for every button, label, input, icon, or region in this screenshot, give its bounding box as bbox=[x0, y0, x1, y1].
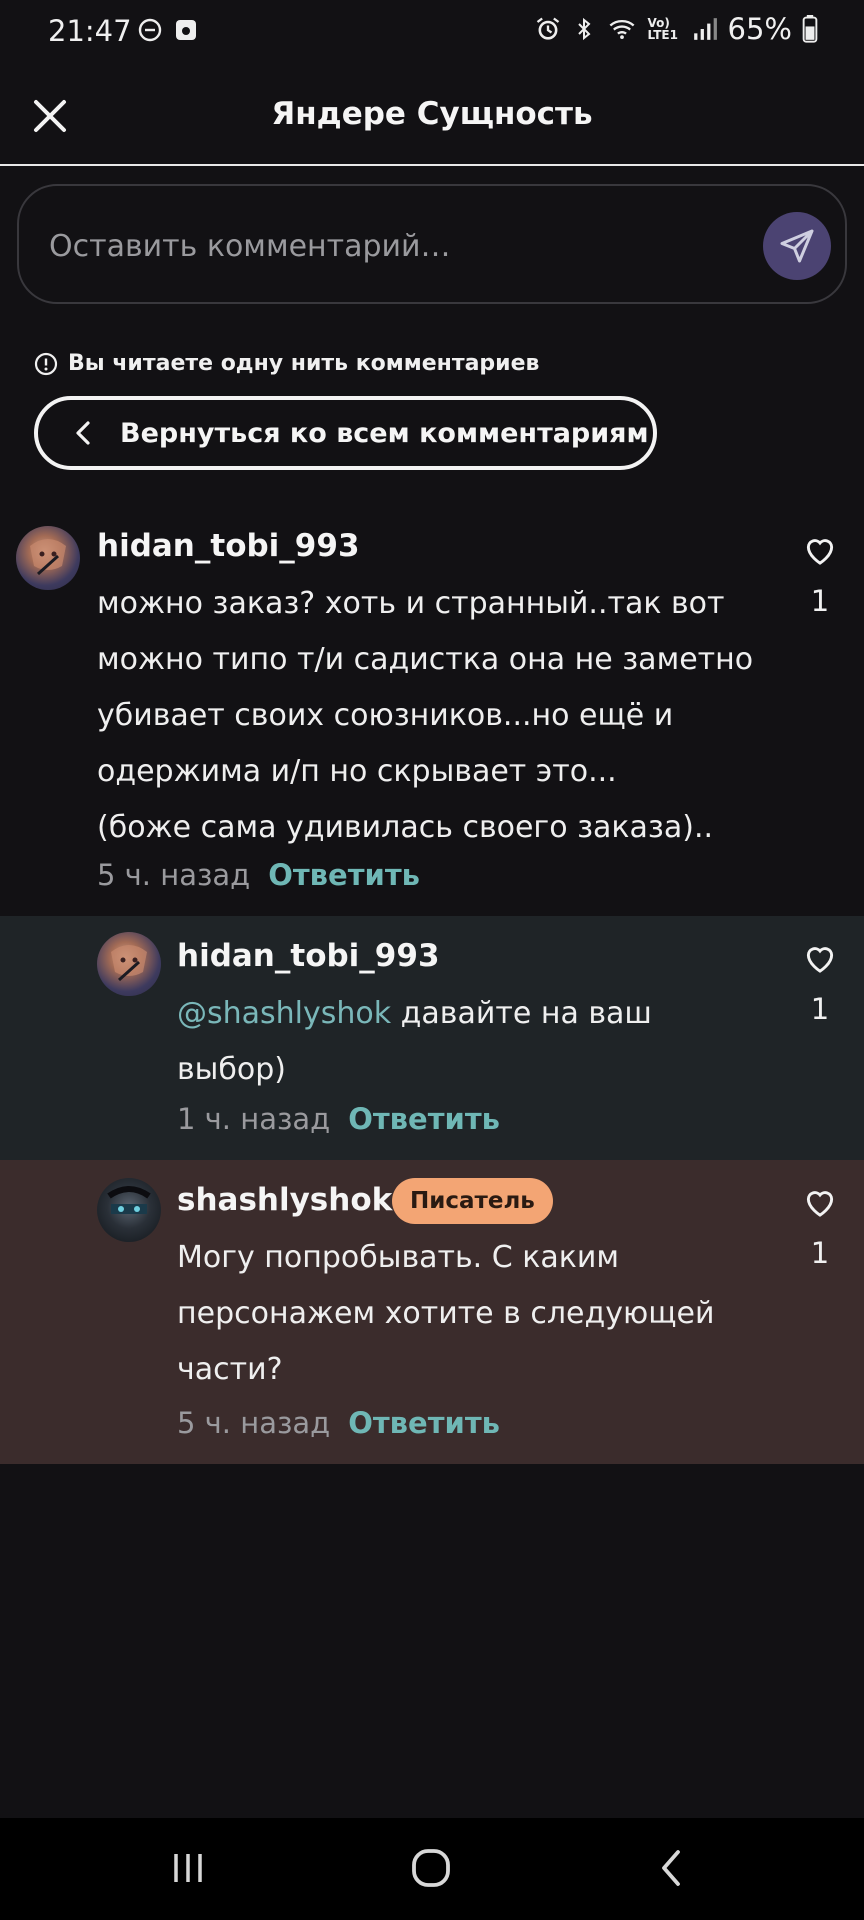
status-left-icons bbox=[138, 18, 198, 42]
status-bar: 21:47 Vo) LTE1 65% bbox=[0, 0, 864, 62]
like-control: 1 bbox=[800, 1186, 840, 1270]
comment-reply: hidan_tobi_993 @shashlyshok давайте на в… bbox=[0, 916, 864, 1160]
battery-percent: 65% bbox=[727, 12, 792, 46]
comment-username[interactable]: hidan_tobi_993 bbox=[97, 528, 360, 564]
comment-meta: 5 ч. назад Ответить bbox=[177, 1406, 500, 1440]
heart-icon[interactable] bbox=[802, 534, 838, 566]
avatar[interactable] bbox=[97, 1178, 161, 1242]
like-count: 1 bbox=[810, 584, 830, 618]
comment-text-line: части? bbox=[177, 1352, 283, 1387]
send-button[interactable] bbox=[763, 212, 831, 280]
comment-text-line: можно типо т/и садистка она не заметно bbox=[97, 642, 754, 677]
top-bar: Яндере Сущность bbox=[0, 62, 864, 166]
chevron-left-icon bbox=[76, 421, 90, 445]
alarm-icon bbox=[536, 17, 559, 40]
comment-timestamp: 5 ч. назад bbox=[177, 1406, 331, 1440]
mention-link[interactable]: @shashlyshok bbox=[177, 996, 391, 1031]
send-icon bbox=[780, 229, 814, 263]
like-control: 1 bbox=[800, 534, 840, 618]
back-button-label: Вернуться ко всем комментариям bbox=[120, 417, 649, 449]
home-icon bbox=[412, 1849, 450, 1887]
back-icon bbox=[662, 1850, 680, 1886]
thread-notice: Вы читаете одну нить комментариев bbox=[34, 351, 539, 376]
comment-input[interactable] bbox=[49, 216, 729, 276]
system-nav-bar bbox=[0, 1818, 864, 1920]
like-count: 1 bbox=[810, 992, 830, 1026]
comment-text-fragment: давайте на ваш bbox=[391, 996, 652, 1031]
app-notification-icon bbox=[176, 20, 196, 40]
author-badge: Писатель bbox=[392, 1178, 553, 1224]
comment-author-reply: shashlyshok Писатель Могу попробывать. С… bbox=[0, 1160, 864, 1464]
comment-meta: 5 ч. назад Ответить bbox=[97, 858, 420, 892]
heart-icon[interactable] bbox=[802, 942, 838, 974]
reply-button[interactable]: Ответить bbox=[348, 1406, 500, 1440]
status-time: 21:47 bbox=[48, 14, 132, 48]
battery-icon bbox=[802, 15, 818, 43]
like-count: 1 bbox=[810, 1236, 830, 1270]
comment-timestamp: 5 ч. назад bbox=[97, 858, 251, 892]
network-label: Vo) LTE1 bbox=[647, 16, 678, 42]
comment-text-line: персонажем хотите в следующей bbox=[177, 1296, 715, 1331]
comment-text-line: (боже сама удивилась своего заказа).. bbox=[97, 810, 714, 845]
signal-icon bbox=[693, 18, 717, 40]
like-control: 1 bbox=[800, 942, 840, 1026]
comment-composer bbox=[17, 184, 847, 304]
reply-button[interactable]: Ответить bbox=[268, 858, 420, 892]
comment-text: @shashlyshok давайте на ваш выбор) bbox=[177, 986, 777, 1098]
comment-text: можно заказ? хоть и странный..так вот мо… bbox=[97, 576, 777, 856]
comment-username[interactable]: hidan_tobi_993 bbox=[177, 938, 440, 974]
comment-text-line: можно заказ? хоть и странный..так вот bbox=[97, 586, 725, 621]
info-icon bbox=[34, 352, 58, 375]
avatar[interactable] bbox=[16, 526, 80, 590]
comment-text-line: выбор) bbox=[177, 1052, 286, 1087]
status-right-icons: Vo) LTE1 65% bbox=[534, 12, 818, 46]
comment-text-line: одержима и/п но скрывает это... bbox=[97, 754, 617, 789]
comment-meta: 1 ч. назад Ответить bbox=[177, 1102, 500, 1136]
comment-username[interactable]: shashlyshok bbox=[177, 1182, 392, 1218]
comment-timestamp: 1 ч. назад bbox=[177, 1102, 331, 1136]
avatar[interactable] bbox=[97, 932, 161, 996]
wifi-icon bbox=[609, 19, 634, 40]
page-title: Яндере Сущность bbox=[271, 96, 593, 132]
back-to-all-comments-button[interactable]: Вернуться ко всем комментариям bbox=[34, 396, 657, 470]
reply-button[interactable]: Ответить bbox=[348, 1102, 500, 1136]
comment-root: hidan_tobi_993 можно заказ? хоть и стран… bbox=[0, 510, 864, 916]
comment-text: Могу попробывать. С каким персонажем хот… bbox=[177, 1230, 797, 1398]
bluetooth-icon bbox=[577, 17, 591, 41]
dnd-icon bbox=[138, 18, 162, 42]
back-button[interactable] bbox=[656, 1848, 686, 1892]
home-button[interactable] bbox=[410, 1848, 452, 1892]
recents-button[interactable] bbox=[168, 1848, 208, 1892]
comment-text-line: Могу попробывать. С каким bbox=[177, 1240, 619, 1275]
heart-icon[interactable] bbox=[802, 1186, 838, 1218]
comment-text-line: @shashlyshok давайте на ваш bbox=[177, 986, 777, 1042]
comment-text-line: убивает своих союзников...но ещё и bbox=[97, 698, 674, 733]
thread-notice-text: Вы читаете одну нить комментариев bbox=[68, 351, 540, 376]
recents-icon bbox=[174, 1854, 202, 1882]
